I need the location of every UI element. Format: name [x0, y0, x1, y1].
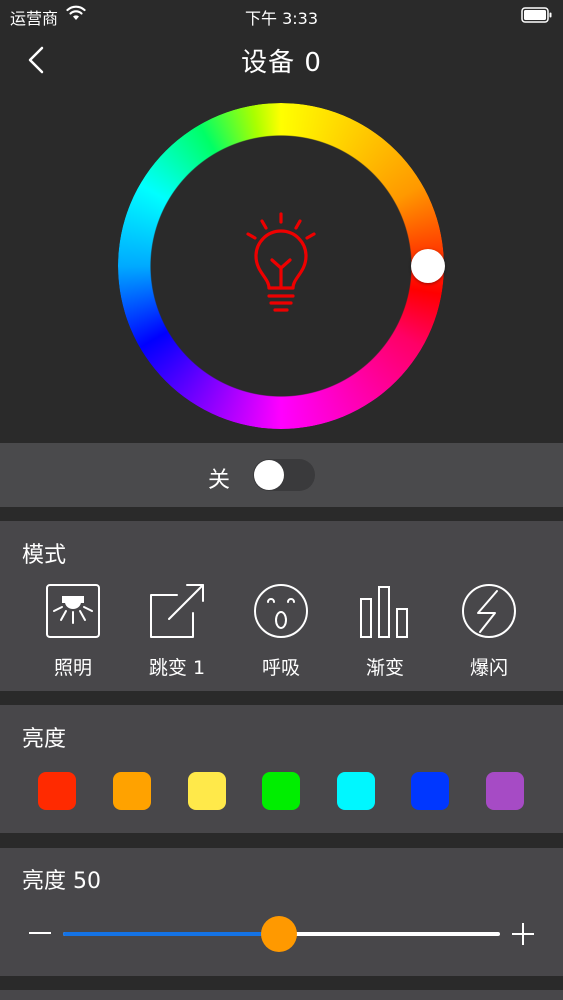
color-swatch[interactable]	[113, 772, 151, 810]
color-wheel-handle[interactable]	[411, 249, 445, 283]
color-wheel-area	[0, 90, 563, 442]
color-swatch[interactable]	[337, 772, 375, 810]
color-swatch[interactable]	[486, 772, 524, 810]
color-swatch[interactable]	[411, 772, 449, 810]
brightness-slider-fill	[63, 932, 279, 936]
brightness-section: 亮度 50	[0, 848, 563, 976]
mode-section: 模式 照明 跳变 1 呼吸 渐变 爆闪	[0, 521, 563, 691]
power-row: 关	[0, 443, 563, 507]
color-swatch[interactable]	[38, 772, 76, 810]
power-label: 关	[208, 468, 231, 493]
mode-label: 呼吸	[261, 657, 300, 679]
power-toggle[interactable]	[253, 459, 315, 491]
mode-item-gradient[interactable]: 渐变	[340, 583, 430, 679]
status-bar: 运营商 下午 3:33	[0, 0, 563, 30]
ceiling-light-icon	[46, 584, 100, 638]
mode-item-flash[interactable]: 爆闪	[444, 583, 534, 679]
mode-label: 爆闪	[469, 657, 508, 679]
brightness-slider-thumb[interactable]	[261, 916, 297, 952]
bottom-section-edge	[0, 990, 563, 1000]
nav-bar: 设备 0	[0, 30, 563, 90]
mode-label: 渐变	[365, 657, 404, 679]
page-title: 设备 0	[241, 48, 322, 78]
color-section: 亮度	[0, 705, 563, 833]
battery-icon	[521, 7, 552, 23]
gradient-bars-icon	[360, 586, 408, 638]
power-toggle-knob	[254, 460, 284, 490]
jump-arrow-icon	[150, 584, 204, 638]
minus-icon[interactable]	[29, 932, 51, 934]
mode-label: 照明	[53, 657, 92, 679]
brightness-title: 亮度 50	[22, 869, 101, 894]
lightbulb-icon	[246, 212, 316, 312]
plus-icon[interactable]	[511, 922, 535, 946]
mode-title: 模式	[22, 543, 67, 568]
color-title: 亮度	[22, 727, 67, 752]
mode-item-lighting[interactable]: 照明	[28, 583, 118, 679]
color-swatch[interactable]	[262, 772, 300, 810]
color-swatch[interactable]	[188, 772, 226, 810]
mode-item-breathe[interactable]: 呼吸	[236, 583, 326, 679]
flash-icon	[462, 584, 516, 638]
mode-label: 跳变 1	[148, 657, 206, 679]
breathing-face-icon	[254, 584, 308, 638]
status-time: 下午 3:33	[244, 9, 319, 28]
mode-item-jump[interactable]: 跳变 1	[132, 583, 222, 679]
